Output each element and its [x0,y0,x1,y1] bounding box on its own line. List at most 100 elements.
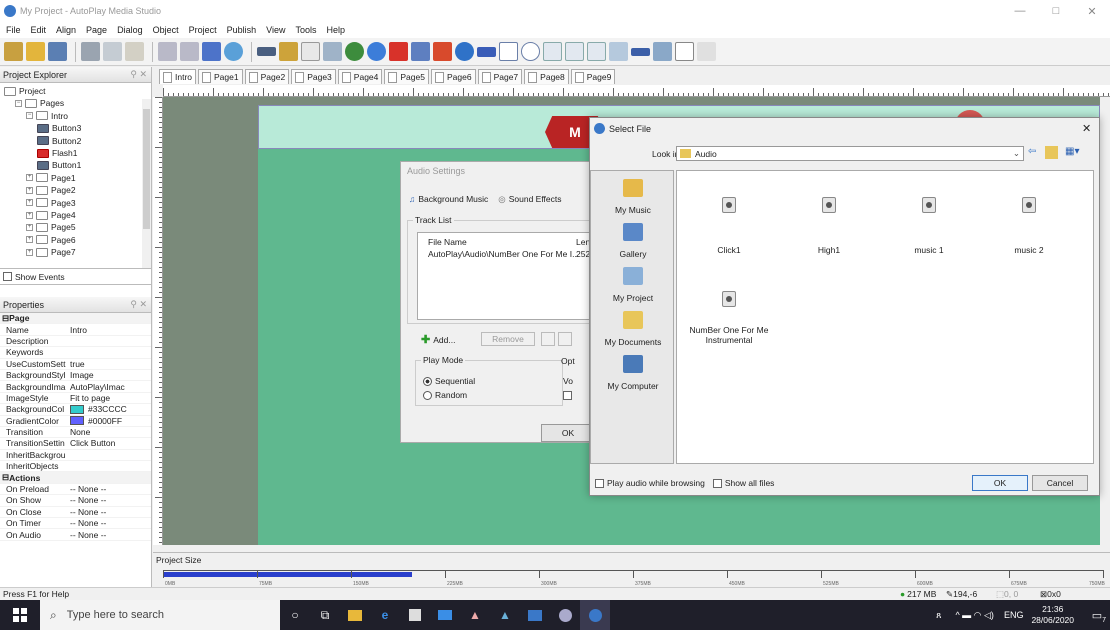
property-section[interactable]: ⊟ Page [0,313,151,325]
property-value[interactable]: -- None -- [70,518,151,528]
tab-background-music[interactable]: Background Music [418,194,488,205]
tree-item-page6[interactable]: + Page6 [26,235,76,245]
store-icon[interactable] [400,600,430,630]
color-swatch[interactable] [70,416,84,426]
file-item-label[interactable]: High1 [787,245,871,255]
file-item-label[interactable]: music 2 [987,245,1071,255]
video-object-icon[interactable] [345,42,364,61]
checkbox-object-icon[interactable] [499,42,518,61]
tree-item-page5[interactable]: + Page5 [26,222,76,232]
tree-item-button2[interactable]: Button2 [37,136,81,146]
maximize-button[interactable]: □ [1038,0,1074,22]
tree-object-icon[interactable] [587,42,606,61]
tree-item-page4[interactable]: + Page4 [26,210,76,220]
tray-icons[interactable]: ^ ▬ ◠ ◁) [955,610,994,621]
pdf-object-icon[interactable] [433,42,452,61]
back-icon[interactable]: ⇦ [1028,146,1036,157]
show-events-checkbox[interactable] [3,272,12,281]
ok-button[interactable]: OK [541,424,595,442]
image-object-icon[interactable] [323,42,342,61]
track-row-file[interactable]: AutoPlay\Audio\NumBer One For Me I... [428,249,579,259]
file-item-label[interactable]: NumBer One For Me Instrumental [687,325,771,345]
tree-item-button3[interactable]: Button3 [37,123,81,133]
tree-item-project[interactable]: Project [4,86,45,96]
menu-tools[interactable]: Tools [296,25,317,35]
property-row[interactable]: Keywords [0,347,151,359]
autoplay-taskbar-icon[interactable] [580,600,610,630]
menu-file[interactable]: File [6,25,21,35]
property-row[interactable]: BackgroundStyl Image [0,370,151,382]
combobox-object-icon[interactable] [543,42,562,61]
property-row[interactable]: ImageStyle Fit to page [0,393,151,405]
progress-object-icon[interactable] [631,47,650,56]
property-row[interactable]: Transition None [0,427,151,439]
look-in-select[interactable]: Audio ⌄ [676,146,1024,161]
property-value[interactable]: Intro [70,325,151,335]
copy-icon[interactable] [103,42,122,61]
property-value[interactable]: -- None -- [70,530,151,540]
new-icon[interactable] [4,42,23,61]
property-value[interactable]: -- None -- [70,507,151,517]
property-value[interactable]: #33CCCC [70,404,151,414]
audio-file-icon[interactable] [722,197,736,213]
expand-icon[interactable]: + [26,223,33,231]
menu-publish[interactable]: Publish [227,25,257,35]
sequential-option[interactable]: Sequential [423,376,475,387]
audio-file-icon[interactable] [722,291,736,307]
property-row[interactable]: On Preload -- None -- [0,484,151,496]
add-button[interactable]: ✚ Add... [421,333,455,346]
place-my-documents[interactable]: My Documents [591,311,675,347]
hotspot-object-icon[interactable] [675,42,694,61]
property-row[interactable]: On Show -- None -- [0,495,151,507]
random-option[interactable]: Random [423,390,467,401]
property-value[interactable]: AutoPlay\Imac [70,382,151,392]
expand-icon[interactable]: − [26,112,33,120]
mail-icon[interactable] [430,600,460,630]
open-folder-icon[interactable] [26,42,45,61]
random-radio[interactable] [423,391,432,401]
tree-scrollbar[interactable] [142,99,151,268]
expand-icon[interactable]: + [26,236,33,244]
edge-icon[interactable]: e [370,600,400,630]
label-object-icon[interactable] [279,42,298,61]
pin-close-icon[interactable]: ⚲ ✕ [130,299,147,310]
redo-icon[interactable] [180,42,199,61]
property-value[interactable]: -- None -- [70,484,151,494]
tree-item-pages[interactable]: − Pages [15,98,64,108]
property-row[interactable]: Description [0,336,151,348]
taskbar-search[interactable]: ⌕ Type here to search [40,600,280,630]
color-swatch[interactable] [70,404,84,414]
tab-page3[interactable]: Page3 [291,69,336,84]
menu-object[interactable]: Object [153,25,179,35]
tab-intro[interactable]: Intro [159,69,197,84]
property-value[interactable]: -- None -- [70,495,151,505]
property-row[interactable]: InheritBackgrou [0,450,151,462]
property-value[interactable]: true [70,359,151,369]
tab-page5[interactable]: Page5 [384,69,429,84]
expand-icon[interactable]: + [26,248,33,256]
audio-file-icon[interactable] [822,197,836,213]
tab-page9[interactable]: Page9 [570,69,616,84]
cut-icon[interactable] [81,42,100,61]
undo-icon[interactable] [158,42,177,61]
select-cancel-button[interactable]: Cancel [1032,475,1088,491]
button-object-icon[interactable] [257,47,276,56]
app-icon-1[interactable]: ▲ [460,600,490,630]
expand-icon[interactable]: + [26,211,33,219]
view-menu-icon[interactable]: ▦▾ [1065,146,1079,157]
property-row[interactable]: GradientColor #0000FF [0,416,151,427]
pin-close-icon[interactable]: ⚲ ✕ [130,69,147,80]
tab-page7[interactable]: Page7 [477,69,523,84]
pencil-icon[interactable] [697,42,716,61]
browser-object-icon[interactable] [455,42,474,61]
web-object-icon[interactable] [367,42,386,61]
tab-page8[interactable]: Page8 [524,69,569,84]
tree-item-page3[interactable]: + Page3 [26,198,76,208]
input-object-icon[interactable] [477,46,496,57]
language-indicator[interactable]: ENG [1004,610,1024,620]
menu-view[interactable]: View [266,25,285,35]
expand-icon[interactable]: + [26,199,33,207]
play-while-browsing-checkbox[interactable] [595,478,604,488]
property-row[interactable]: TransitionSettin Click Button [0,438,151,450]
cortana-icon[interactable]: ○ [280,600,310,630]
